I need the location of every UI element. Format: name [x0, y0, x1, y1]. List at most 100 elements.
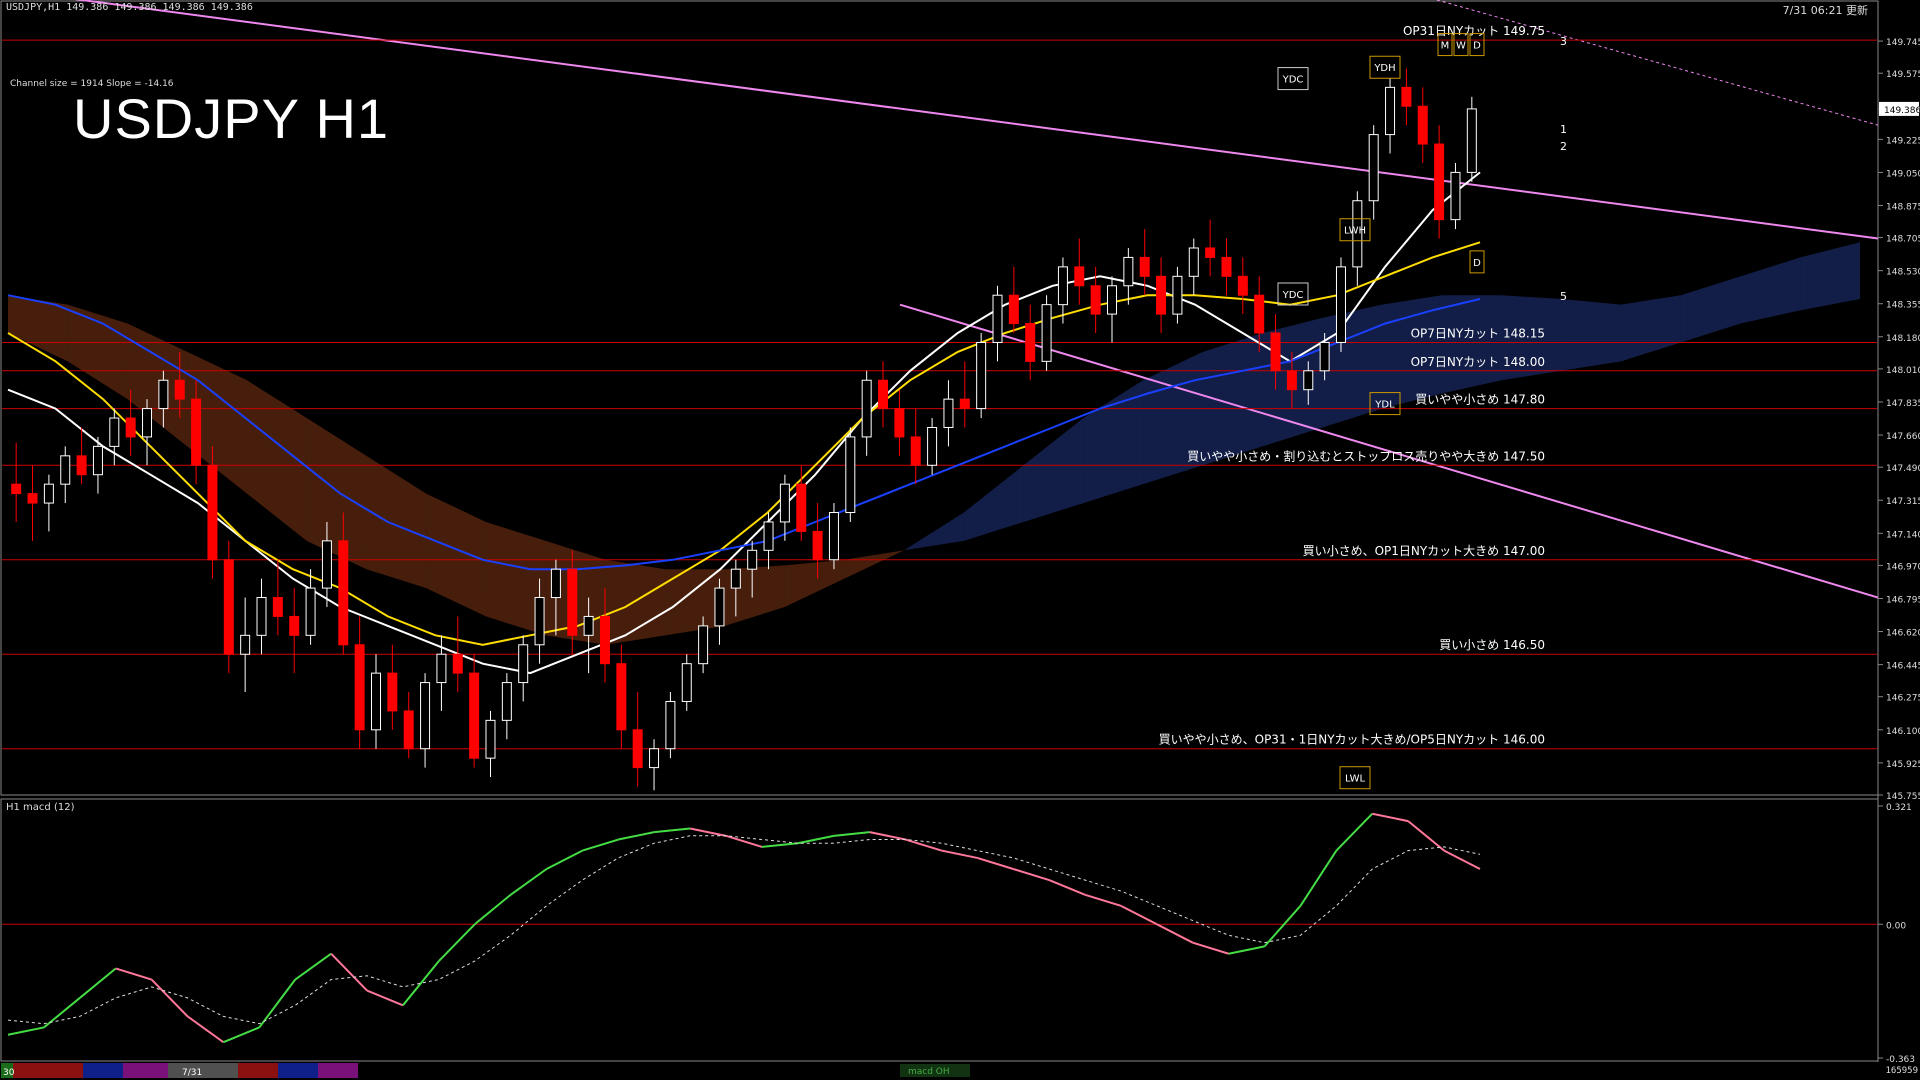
candle-body	[779, 483, 790, 523]
price-level-label: 買いやや小さめ、OP31・1日NYカット大きめ/OP5日NYカット 146.00	[1159, 733, 1545, 747]
candle-body	[43, 483, 54, 504]
macd-tick-label: -0.363	[1886, 1055, 1915, 1065]
macd-tick-label: 0.321	[1886, 803, 1912, 813]
candle-body	[387, 672, 398, 712]
price-tick-label: 147.140	[1886, 530, 1920, 540]
candle-body	[1270, 332, 1281, 372]
candle-body	[845, 436, 856, 514]
price-tick-label: 148.705	[1886, 235, 1920, 245]
macd-segment	[1263, 905, 1302, 948]
candle-body	[223, 559, 234, 655]
candle-body	[1286, 370, 1297, 391]
candle-body	[403, 710, 414, 750]
price-tick-label: 148.010	[1886, 366, 1920, 376]
ref-box-label: YDH	[1373, 63, 1395, 74]
candle-body	[452, 653, 463, 674]
chart-title: USDJPY H1	[73, 87, 390, 150]
macd-segment	[402, 960, 440, 1006]
candle-body	[1090, 285, 1101, 315]
candle-body	[861, 379, 872, 438]
macd-pane-frame	[0, 798, 1879, 1062]
candle-body	[599, 615, 610, 665]
candle-body	[550, 568, 561, 599]
macd-segment	[797, 834, 834, 845]
price-tick-label: 149.225	[1886, 136, 1920, 146]
candle-body	[1188, 247, 1199, 277]
macd-axis-ticks: 0.321 0.00 -0.363	[1878, 803, 1915, 1065]
candle-body	[420, 682, 431, 750]
candle-body	[1385, 86, 1396, 136]
candle-body	[649, 748, 660, 769]
current-price-marker: 149.386	[1879, 101, 1920, 116]
footer-center-label: macd OH	[908, 1067, 950, 1077]
cloud-segment	[844, 550, 905, 579]
candle-body	[1434, 143, 1445, 221]
price-tick-label: 148.180	[1886, 334, 1920, 344]
candle-body	[910, 436, 921, 466]
macd-segment	[223, 1026, 260, 1044]
candle-body	[1368, 134, 1379, 202]
price-tick-label: 149.745	[1886, 38, 1920, 48]
price-tick-label: 147.490	[1886, 464, 1920, 474]
candle-body	[567, 568, 578, 636]
candle-body	[289, 615, 300, 636]
cloud-segment	[1202, 333, 1263, 466]
price-level-label: 買い小さめ、OP1日NYカット大きめ 147.00	[1303, 544, 1545, 558]
macd-segment	[869, 831, 906, 841]
footer-date-label: 7/31	[182, 1068, 202, 1078]
candle-body	[109, 417, 120, 447]
price-axis-ticks: 149.745 149.575 149.386 149.225 149.050 148.8…	[1878, 38, 1920, 802]
ref-box-label: D	[1473, 258, 1481, 269]
candle-body	[501, 682, 512, 721]
macd-segment	[546, 849, 583, 870]
cloud-segment	[1800, 242, 1860, 311]
candle-body	[338, 540, 349, 646]
candle-body	[240, 634, 251, 655]
macd-segment	[689, 827, 727, 837]
cloud-segment	[1441, 295, 1502, 394]
macd-segment	[150, 978, 189, 1018]
candle-body	[1303, 370, 1314, 391]
cloud-segment	[366, 455, 427, 589]
macd-segment	[43, 997, 81, 1029]
macd-segment	[1012, 868, 1050, 882]
macd-segment	[366, 989, 404, 1007]
cloud-segment	[963, 465, 1024, 541]
candle-body	[1450, 171, 1461, 221]
price-tick-label: 148.530	[1886, 268, 1920, 278]
macd-segment	[1192, 941, 1229, 955]
cloud-segment	[306, 418, 367, 570]
signal-line	[7, 835, 1481, 1025]
ref-box-label: YDC	[1282, 75, 1304, 86]
symbol-header: USDJPY,H1 149.386 149.386 149.386 149.38…	[6, 2, 253, 13]
candle-body	[1139, 256, 1150, 277]
candle-body	[207, 464, 218, 561]
macd-segment	[1372, 812, 1409, 823]
footer-left-label: 30	[3, 1068, 15, 1078]
candle-body	[698, 625, 709, 665]
candle-body	[714, 587, 725, 627]
candle-body	[1401, 86, 1412, 107]
candle-body	[469, 672, 480, 759]
price-level-label: OP7日NYカット 148.15	[1411, 326, 1545, 340]
candle-body	[191, 398, 202, 466]
macd-segment	[258, 978, 297, 1029]
ref-box-label: LWH	[1344, 226, 1366, 237]
price-tick-label: 146.970	[1886, 562, 1920, 572]
cloud-segment	[605, 559, 666, 645]
price-tick-label: 147.660	[1886, 432, 1920, 442]
candle-body	[616, 663, 627, 731]
macd-segment	[474, 894, 512, 926]
candle-body	[796, 483, 807, 532]
price-level-label: 買いやや小さめ 147.80	[1415, 393, 1545, 407]
candle-body	[747, 549, 758, 570]
macd-segment	[1335, 813, 1374, 852]
candle-body	[681, 663, 692, 702]
candle-body	[485, 719, 496, 759]
candle-body	[125, 417, 136, 438]
candle-body	[371, 672, 381, 731]
price-tick-label: 146.620	[1886, 629, 1920, 639]
macd-segment	[1084, 893, 1122, 907]
candle-body	[436, 653, 447, 684]
ref-box-label: W	[1456, 41, 1466, 52]
